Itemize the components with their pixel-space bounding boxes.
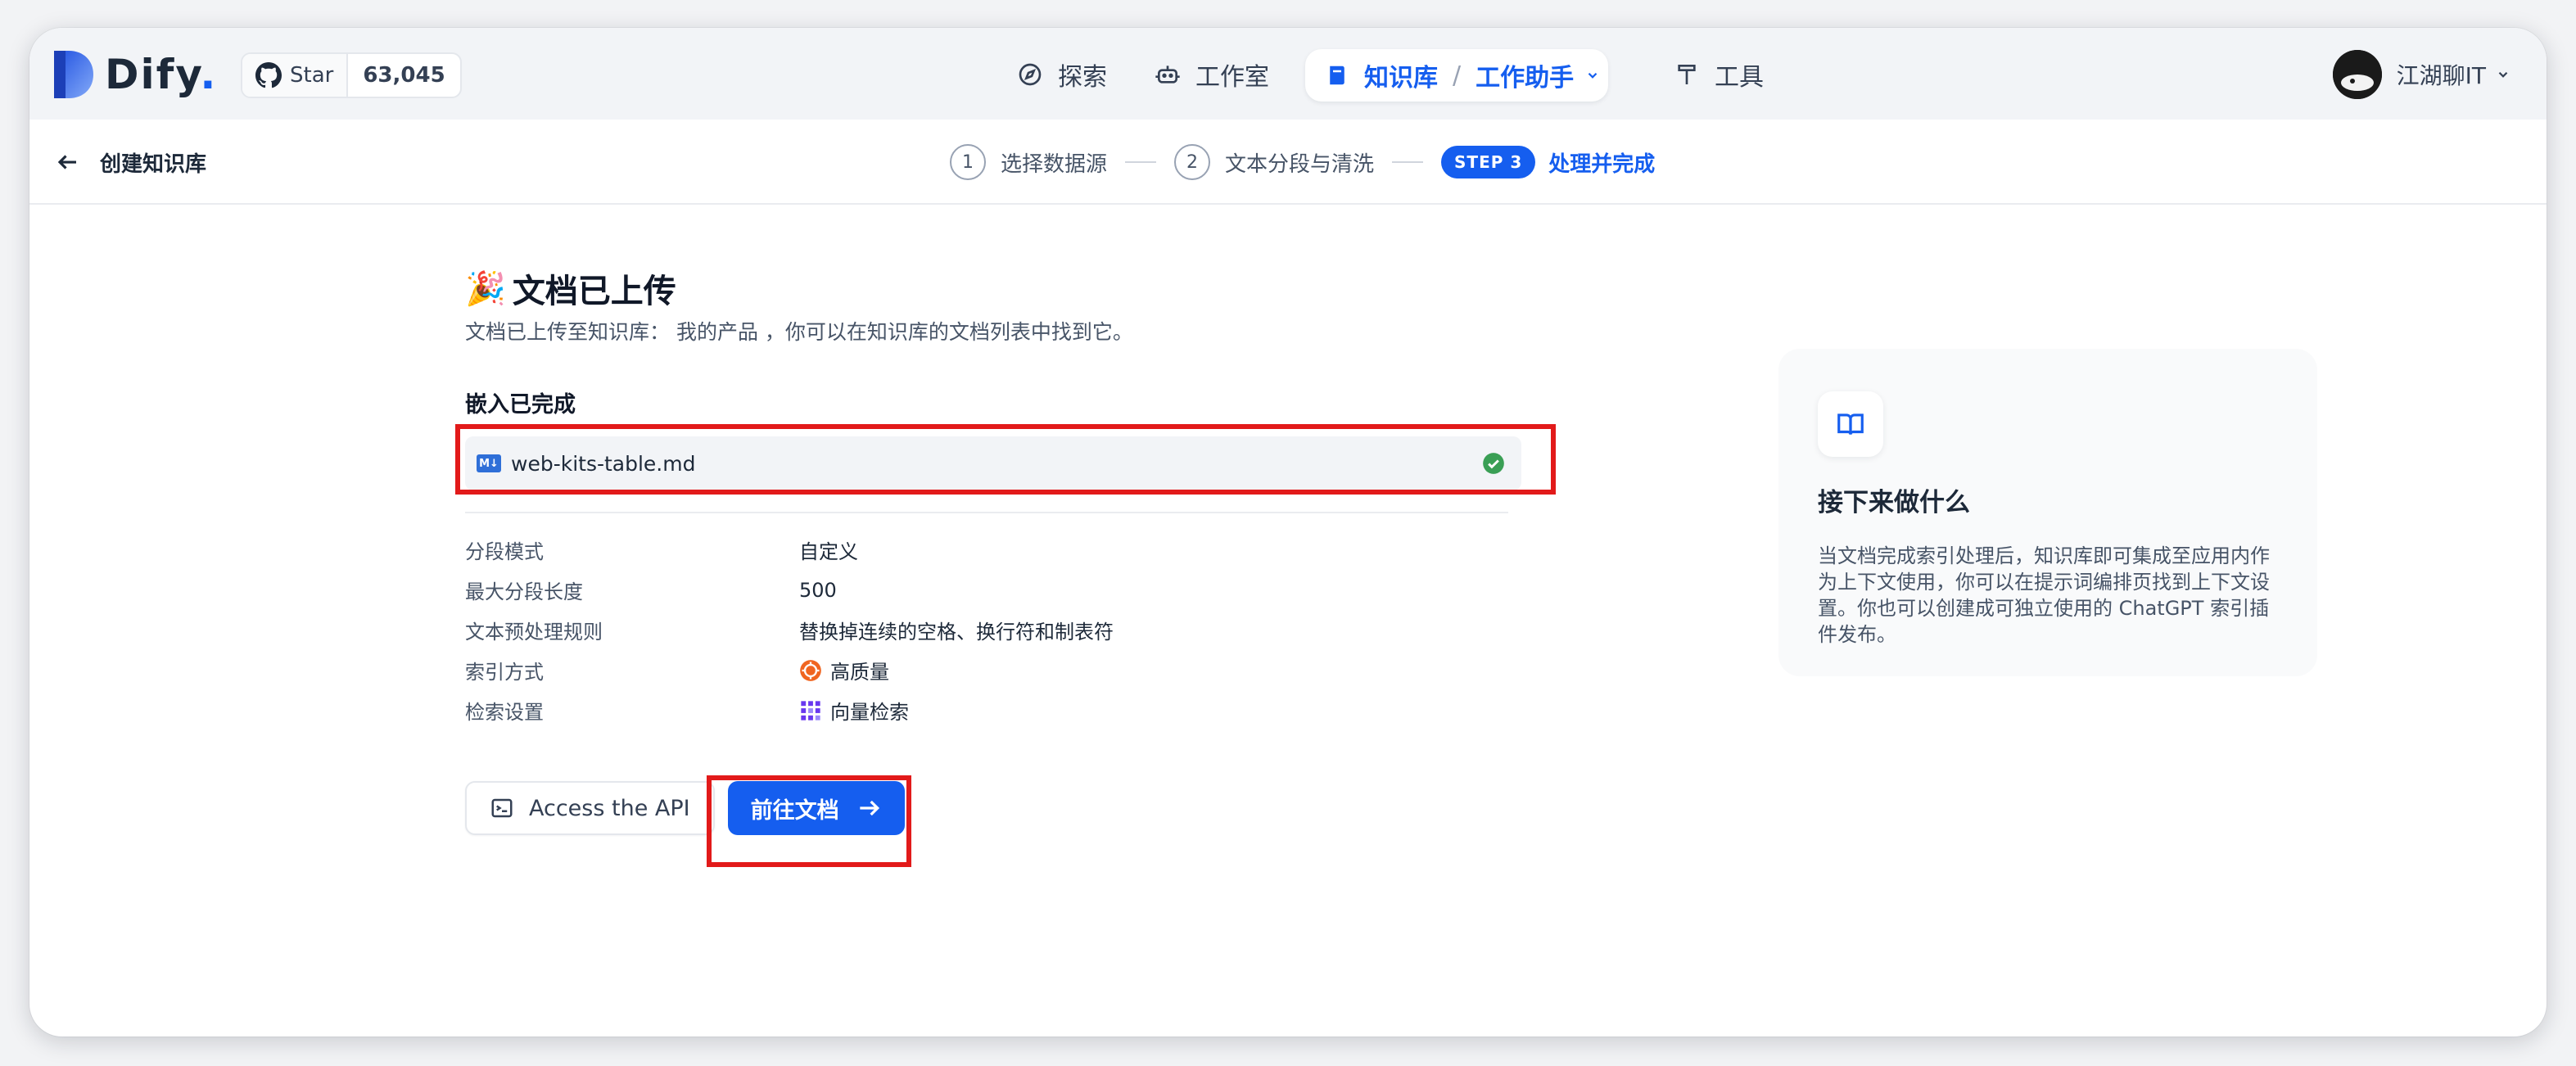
step-number: 2 <box>1174 144 1211 180</box>
property-value-text: 向量检索 <box>830 701 909 724</box>
step-label: 选择数据源 <box>1001 151 1108 177</box>
property-row: 分段模式 自定义 <box>465 530 1546 570</box>
property-row: 检索设置 向量检索 <box>465 690 1546 730</box>
user-menu[interactable]: 江湖聊IT <box>2332 49 2510 100</box>
main-content: 🎉 文档已上传 文档已上传至知识库： 我的产品 ，你可以在知识库的文档列表中找到… <box>465 265 1546 835</box>
check-circle-icon <box>1483 453 1504 474</box>
go-to-document-button[interactable]: 前往文档 <box>727 781 905 835</box>
chevron-down-icon <box>2498 71 2508 78</box>
dify-logo[interactable]: Dify. <box>54 51 217 98</box>
property-key: 最大分段长度 <box>465 580 583 603</box>
nav-studio[interactable]: 工作室 <box>1155 49 1269 100</box>
markdown-file-icon: M↓ <box>477 454 501 472</box>
divider <box>465 512 1508 513</box>
page-title-row: 🎉 文档已上传 <box>465 265 1546 311</box>
robot-icon <box>1155 65 1180 84</box>
github-star-button[interactable]: Star <box>242 54 349 97</box>
property-row: 最大分段长度 500 <box>465 570 1546 610</box>
go-to-document-label: 前往文档 <box>750 797 839 824</box>
property-key: 分段模式 <box>465 540 544 563</box>
github-star-widget[interactable]: Star 63,045 <box>241 52 462 98</box>
property-value: 替换掉连续的空格、换行符和制表符 <box>799 621 1114 644</box>
property-key: 索引方式 <box>465 661 544 684</box>
avatar <box>2332 50 2382 99</box>
github-star-count: 63,045 <box>363 63 445 88</box>
arrow-left-icon <box>57 155 76 169</box>
next-steps-card: 接下来做什么 当文档完成索引处理后，知识库即可集成至应用内作为上下文使用，你可以… <box>1778 349 2317 676</box>
step-label: 文本分段与清洗 <box>1225 151 1375 177</box>
sub-header: 创建知识库 1 选择数据源 2 文本分段与清洗 STEP 3 处理并完成 <box>29 120 2547 205</box>
step-3-active: STEP 3 处理并完成 <box>1441 146 1655 178</box>
nav-knowledge-label: 知识库 <box>1364 64 1438 93</box>
nav-tools-label: 工具 <box>1715 63 1764 92</box>
back-label: 创建知识库 <box>100 151 207 177</box>
file-name: web-kits-table.md <box>511 451 696 476</box>
compass-icon <box>1019 63 1042 86</box>
nav-explore-label: 探索 <box>1058 63 1107 92</box>
step-1: 1 选择数据源 <box>950 144 1107 180</box>
file-item: M↓ web-kits-table.md <box>465 436 1521 490</box>
top-navigation-bar: Dify. Star 63,045 探索 工作室 知识库 / 工作助手 工具 江… <box>29 28 2547 120</box>
dify-logo-icon <box>54 51 93 98</box>
property-value: 向量检索 <box>799 696 909 725</box>
next-steps-title: 接下来做什么 <box>1818 488 1970 517</box>
step-label: 处理并完成 <box>1548 151 1656 177</box>
property-key: 文本预处理规则 <box>465 621 603 644</box>
app-window: Dify. Star 63,045 探索 工作室 知识库 / 工作助手 工具 江… <box>29 28 2547 1037</box>
property-value: 500 <box>799 578 837 602</box>
nav-separator: / <box>1453 61 1462 90</box>
next-steps-description: 当文档完成索引处理后，知识库即可集成至应用内作为上下文使用，你可以在提示词编排页… <box>1818 544 2270 646</box>
hammer-icon <box>1678 65 1696 84</box>
github-star-label: Star <box>290 63 334 88</box>
nav-tools[interactable]: 工具 <box>1674 49 1764 100</box>
back-button[interactable]: 创建知识库 <box>56 144 206 180</box>
high-quality-icon <box>800 659 821 681</box>
user-avatar-image <box>2332 50 2382 99</box>
step-indicator: 1 选择数据源 2 文本分段与清洗 STEP 3 处理并完成 <box>950 144 1655 180</box>
access-api-label: Access the API <box>529 795 690 821</box>
property-value: 自定义 <box>799 540 858 563</box>
settings-summary: 分段模式 自定义 最大分段长度 500 文本预处理规则 替换掉连续的空格、换行符… <box>465 530 1546 730</box>
logo-text: Dify. <box>105 51 218 98</box>
chevron-down-icon[interactable] <box>1585 68 1600 83</box>
step-number: 1 <box>950 144 986 180</box>
step-badge: STEP 3 <box>1441 146 1536 178</box>
user-name: 江湖聊IT <box>2396 62 2486 89</box>
property-value-text: 高质量 <box>830 661 889 684</box>
next-steps-icon-box <box>1818 391 1883 457</box>
terminal-icon <box>491 798 513 818</box>
step-connector <box>1125 161 1157 163</box>
github-icon <box>255 62 282 88</box>
page-title: 文档已上传 <box>512 273 676 310</box>
party-popper-icon: 🎉 <box>465 269 506 308</box>
vector-search-icon <box>801 700 820 720</box>
page-subtitle: 文档已上传至知识库： 我的产品 ，你可以在知识库的文档列表中找到它。 <box>465 320 1133 344</box>
embedding-status-label: 嵌入已完成 <box>465 392 576 418</box>
access-api-button[interactable]: Access the API <box>465 781 715 835</box>
property-row: 文本预处理规则 替换掉连续的空格、换行符和制表符 <box>465 610 1546 650</box>
property-key: 检索设置 <box>465 701 544 724</box>
nav-dataset-selector[interactable]: 工作助手 <box>1476 57 1574 93</box>
step-connector <box>1392 161 1424 163</box>
property-row: 索引方式 高质量 <box>465 650 1546 690</box>
book-icon <box>1330 65 1344 85</box>
step-2: 2 文本分段与清洗 <box>1174 144 1374 180</box>
nav-studio-label: 工作室 <box>1195 63 1269 92</box>
nav-knowledge-active[interactable]: 知识库 / 工作助手 <box>1305 49 1608 102</box>
open-book-icon <box>1837 413 1864 435</box>
action-buttons: Access the API 前往文档 <box>465 781 1546 835</box>
nav-explore[interactable]: 探索 <box>1017 49 1107 100</box>
arrow-right-icon <box>859 800 879 816</box>
property-value: 高质量 <box>799 656 889 684</box>
